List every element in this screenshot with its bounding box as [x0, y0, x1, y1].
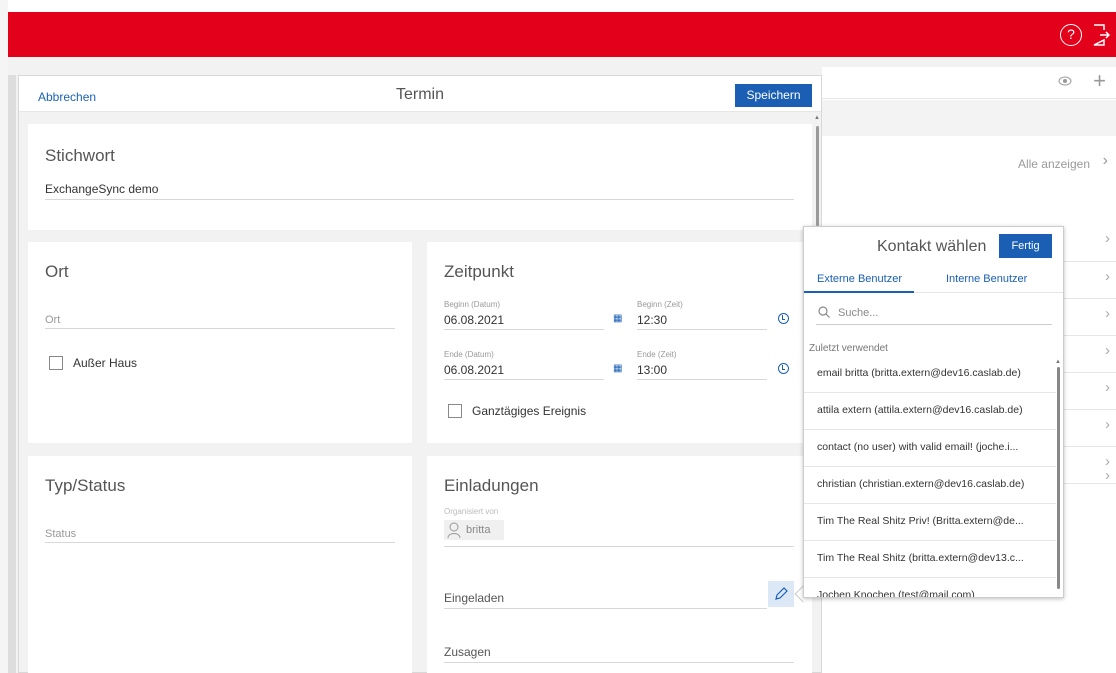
clock-icon[interactable]	[778, 313, 789, 324]
chevron-right-icon[interactable]: ›	[1105, 416, 1110, 433]
contact-list-item[interactable]: email britta (britta.extern@dev16.caslab…	[804, 356, 1056, 393]
dialog-header: Termin Abbrechen Speichern	[19, 76, 821, 112]
location-card: Ort Ort Außer Haus	[28, 242, 412, 443]
save-button[interactable]: Speichern	[735, 84, 812, 107]
end-time-label: Ende (Zeit)	[637, 350, 677, 359]
keyword-underline	[45, 199, 794, 200]
accepted-underline	[444, 662, 794, 663]
tab-internal-users[interactable]: Interne Benutzer	[946, 273, 1027, 285]
show-all-link[interactable]: Alle anzeigen	[1018, 157, 1090, 171]
edit-invited-button[interactable]	[768, 581, 794, 607]
organizer-underline	[444, 546, 794, 547]
contact-list-item[interactable]: christian (christian.extern@dev16.caslab…	[804, 467, 1056, 504]
invited-underline	[444, 608, 767, 609]
popup-scrollbar[interactable]	[1057, 367, 1060, 589]
start-time-underline	[637, 329, 767, 330]
end-date-input[interactable]: 06.08.2021	[444, 363, 504, 377]
eye-icon[interactable]	[1058, 74, 1072, 88]
contact-list-item[interactable]: contact (no user) with valid email! (joc…	[804, 430, 1056, 467]
tab-external-users[interactable]: Externe Benutzer	[817, 273, 902, 285]
scroll-up-arrow[interactable]: ▲	[814, 115, 820, 121]
end-time-input[interactable]: 13:00	[637, 363, 667, 377]
chevron-right-icon[interactable]: ›	[1103, 152, 1108, 170]
dialog-scrollbar[interactable]	[816, 126, 819, 226]
start-time-label: Beginn (Zeit)	[637, 300, 683, 309]
contact-list: email britta (britta.extern@dev16.caslab…	[804, 356, 1056, 597]
person-icon	[447, 522, 461, 538]
location-input[interactable]: Ort	[45, 314, 60, 326]
end-date-label: Ende (Datum)	[444, 350, 494, 359]
divider	[1062, 298, 1116, 299]
chevron-right-icon[interactable]: ›	[1105, 467, 1110, 484]
invitations-title: Einladungen	[444, 476, 539, 495]
out-of-office-label: Außer Haus	[73, 356, 138, 370]
start-time-input[interactable]: 12:30	[637, 313, 667, 327]
type-status-card: Typ/Status Status	[28, 456, 412, 673]
calendar-icon[interactable]: ▦	[613, 363, 624, 374]
invitations-card: Einladungen Organisiert von britta Einge…	[427, 456, 812, 673]
contact-list-item[interactable]: attila extern (attila.extern@dev16.casla…	[804, 393, 1056, 430]
top-bar	[8, 12, 1116, 57]
calendar-icon[interactable]: ▦	[613, 313, 624, 324]
chevron-right-icon[interactable]: ›	[1105, 230, 1110, 247]
invited-field[interactable]: Eingeladen	[444, 591, 504, 605]
dialog-title: Termin	[395, 86, 444, 103]
left-edge	[8, 75, 16, 673]
all-day-checkbox[interactable]	[448, 404, 462, 418]
divider	[1062, 372, 1116, 373]
background-band	[822, 100, 1116, 136]
contact-list-item[interactable]: Tim The Real Shitz (britta.extern@dev13.…	[804, 541, 1056, 578]
chevron-right-icon[interactable]: ›	[1105, 379, 1110, 396]
type-status-title: Typ/Status	[45, 476, 126, 495]
divider	[1062, 261, 1116, 262]
search-icon	[818, 306, 830, 318]
cancel-button[interactable]: Abbrechen	[38, 90, 96, 104]
done-button[interactable]: Fertig	[999, 234, 1052, 258]
chevron-right-icon[interactable]: ›	[1105, 268, 1110, 285]
appointment-dialog: Termin Abbrechen Speichern ▲ Stichwort E…	[18, 75, 822, 673]
contact-list-item[interactable]: Tim The Real Shitz Priv! (Britta.extern@…	[804, 504, 1056, 541]
chevron-right-icon[interactable]: ›	[1105, 305, 1110, 322]
organizer-label: Organisiert von	[444, 507, 499, 516]
help-icon[interactable]: ?	[1060, 24, 1082, 46]
recent-label: Zuletzt verwendet	[809, 343, 888, 354]
divider	[1062, 409, 1116, 410]
logout-icon[interactable]	[1092, 24, 1111, 46]
time-card: Zeitpunkt Beginn (Datum) 06.08.2021 ▦ Be…	[427, 242, 812, 443]
time-title: Zeitpunkt	[444, 262, 514, 281]
divider	[1062, 335, 1116, 336]
active-tab-indicator	[804, 291, 914, 293]
contact-list-item[interactable]: Jochen Knochen (test@mail.com)	[804, 578, 1056, 597]
location-underline	[45, 328, 395, 329]
plus-icon[interactable]: +	[1093, 68, 1106, 94]
organizer-chip: britta	[444, 520, 504, 540]
contact-picker-popup: Kontakt wählen Fertig Externe Benutzer I…	[803, 226, 1064, 598]
keyword-title: Stichwort	[45, 146, 115, 165]
chevron-right-icon[interactable]: ›	[1105, 342, 1110, 359]
out-of-office-checkbox[interactable]	[49, 356, 63, 370]
search-placeholder: Suche...	[838, 307, 879, 319]
all-day-label: Ganztägiges Ereignis	[472, 404, 587, 418]
start-date-input[interactable]: 06.08.2021	[444, 313, 504, 327]
popup-scroll-up-arrow[interactable]: ▲	[1055, 359, 1061, 365]
pencil-icon	[775, 587, 788, 600]
status-underline	[45, 542, 395, 543]
divider	[1062, 446, 1116, 447]
end-time-underline	[637, 379, 767, 380]
end-date-underline	[444, 379, 604, 380]
start-date-underline	[444, 329, 604, 330]
clock-icon[interactable]	[778, 363, 789, 374]
keyword-input[interactable]: ExchangeSync demo	[45, 182, 158, 196]
organizer-name: britta	[466, 524, 491, 536]
contact-picker-title: Kontakt wählen	[877, 238, 987, 255]
location-title: Ort	[45, 262, 69, 281]
keyword-card: Stichwort ExchangeSync demo	[28, 124, 812, 230]
start-date-label: Beginn (Datum)	[444, 300, 501, 309]
accepted-field[interactable]: Zusagen	[444, 645, 491, 659]
contact-search-input[interactable]: Suche...	[816, 305, 1052, 325]
status-select[interactable]: Status	[45, 528, 76, 540]
